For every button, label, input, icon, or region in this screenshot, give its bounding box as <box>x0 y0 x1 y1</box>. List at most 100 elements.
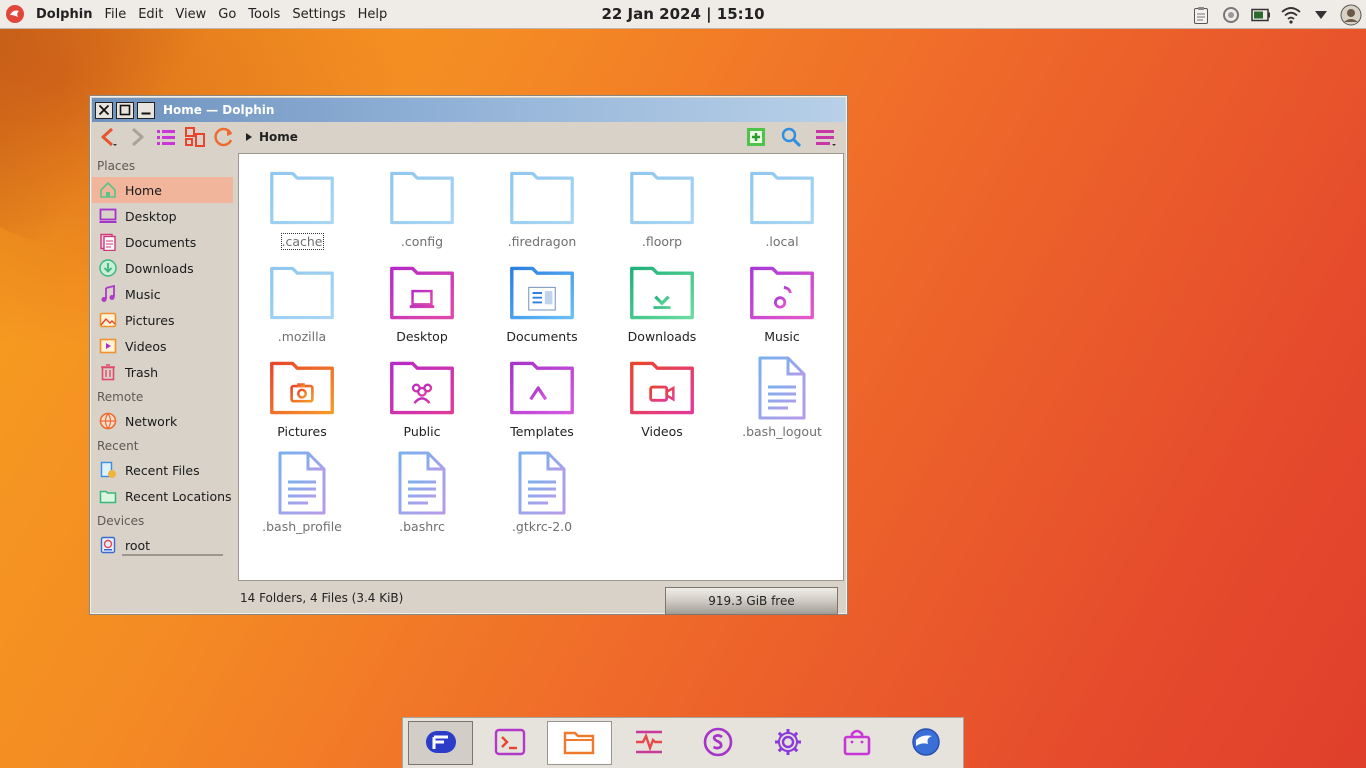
app-name[interactable]: Dolphin <box>36 7 92 22</box>
dock-file-manager[interactable] <box>546 721 613 765</box>
sidebar-item-label: Recent Files <box>125 462 200 478</box>
sidebar-item-label: Music <box>125 286 161 302</box>
sidebar-item-label: Pictures <box>125 312 175 328</box>
hamburger-menu-icon[interactable] <box>814 125 838 149</box>
list-view-icon[interactable] <box>154 125 178 149</box>
file-name: Documents <box>506 329 578 344</box>
sidebar-item-label: Recent Locations <box>125 488 232 504</box>
menu-help[interactable]: Help <box>358 7 388 22</box>
app-logo-icon[interactable] <box>4 3 26 25</box>
file-item[interactable]: .cache <box>247 162 357 252</box>
back-arrow-icon[interactable] <box>96 125 120 149</box>
status-text: 14 Folders, 4 Files (3.4 KiB) <box>240 591 404 605</box>
file-item[interactable]: .bash_profile <box>247 447 357 537</box>
free-space-indicator[interactable]: 919.3 GiB free <box>665 587 838 615</box>
file-item[interactable]: .bashrc <box>367 447 477 537</box>
menu-file[interactable]: File <box>104 7 126 22</box>
sidebar-item-music[interactable]: Music <box>92 281 233 307</box>
recent-locations-icon <box>97 485 119 507</box>
sidebar-item-trash[interactable]: Trash <box>92 359 233 385</box>
folder-videos-icon <box>626 352 698 424</box>
dolphin-window: Home — Dolphin Home Places Home Desktop … <box>89 95 848 615</box>
dock-garuda[interactable] <box>408 721 474 765</box>
menu-view[interactable]: View <box>175 7 206 22</box>
file-item[interactable]: .local <box>727 162 837 252</box>
shopping-bag-icon <box>842 727 872 760</box>
music-icon <box>97 283 119 305</box>
tray-expand-icon[interactable] <box>1310 4 1332 26</box>
folder-downloads-icon <box>626 257 698 329</box>
file-item[interactable]: Music <box>727 257 837 347</box>
file-item[interactable]: Public <box>367 352 477 442</box>
store-icon <box>702 726 734 761</box>
maximize-button[interactable] <box>116 101 134 119</box>
file-item[interactable]: .gtkrc-2.0 <box>487 447 597 537</box>
user-avatar-icon[interactable] <box>1340 4 1362 26</box>
wifi-icon[interactable] <box>1280 4 1302 26</box>
refresh-icon[interactable] <box>212 125 236 149</box>
sidebar-item-home[interactable]: Home <box>92 177 233 203</box>
dock-store[interactable] <box>686 721 751 765</box>
new-tab-icon[interactable] <box>744 125 768 149</box>
file-item[interactable]: .mozilla <box>247 257 357 347</box>
window-title: Home — Dolphin <box>163 103 275 117</box>
file-item[interactable]: .config <box>367 162 477 252</box>
file-item[interactable]: .firedragon <box>487 162 597 252</box>
menu-go[interactable]: Go <box>218 7 236 22</box>
minimize-button[interactable] <box>137 101 155 119</box>
titlebar[interactable]: Home — Dolphin <box>92 98 845 122</box>
folder-music-icon <box>746 257 818 329</box>
sidebar-item-videos[interactable]: Videos <box>92 333 233 359</box>
file-name: .firedragon <box>507 234 577 249</box>
file-item[interactable]: Downloads <box>607 257 717 347</box>
file-item[interactable]: Desktop <box>367 257 477 347</box>
section-devices: Devices <box>97 514 145 528</box>
sidebar-item-pictures[interactable]: Pictures <box>92 307 233 333</box>
folder-icon <box>746 162 818 234</box>
split-view-icon[interactable] <box>183 125 207 149</box>
sidebar-item-label: root <box>125 537 151 553</box>
file-view[interactable]: .cache .config .firedragon .floorp .local .mo… <box>238 153 844 581</box>
file-name: .bash_profile <box>262 519 342 534</box>
terminal-icon <box>494 728 526 759</box>
sidebar-item-label: Trash <box>125 364 159 380</box>
sidebar-item-label: Documents <box>125 234 197 250</box>
sidebar-item-downloads[interactable]: Downloads <box>92 255 233 281</box>
sidebar-item-root[interactable]: root <box>92 532 233 558</box>
dock-browser[interactable] <box>894 721 959 765</box>
network-icon <box>97 410 119 432</box>
menu-tools[interactable]: Tools <box>248 7 280 22</box>
sidebar-item-recent-locations[interactable]: Recent Locations <box>92 483 233 509</box>
file-name: Pictures <box>277 424 327 439</box>
file-name: Videos <box>641 424 683 439</box>
file-item[interactable]: Templates <box>487 352 597 442</box>
sidebar-item-documents[interactable]: Documents <box>92 229 233 255</box>
dock-terminal[interactable] <box>477 721 542 765</box>
section-recent: Recent <box>97 439 139 453</box>
close-button[interactable] <box>95 101 113 119</box>
folder-desktop-icon <box>386 257 458 329</box>
forward-arrow-icon[interactable] <box>125 125 149 149</box>
dock-shopping[interactable] <box>824 721 889 765</box>
file-item[interactable]: .floorp <box>607 162 717 252</box>
breadcrumb-home[interactable]: Home <box>259 130 298 144</box>
dock-settings[interactable] <box>755 721 820 765</box>
downloads-icon <box>97 257 119 279</box>
file-name: .config <box>400 234 444 249</box>
file-item[interactable]: Pictures <box>247 352 357 442</box>
sidebar-item-network[interactable]: Network <box>92 408 233 434</box>
dock-system-monitor[interactable] <box>616 721 681 765</box>
menu-settings[interactable]: Settings <box>292 7 345 22</box>
search-icon[interactable] <box>779 125 803 149</box>
browser-icon <box>910 726 942 761</box>
file-item[interactable]: Documents <box>487 257 597 347</box>
battery-icon[interactable] <box>1250 4 1272 26</box>
notifications-icon[interactable] <box>1220 4 1242 26</box>
settings-icon <box>773 727 803 760</box>
file-item[interactable]: Videos <box>607 352 717 442</box>
file-item[interactable]: .bash_logout <box>727 352 837 442</box>
sidebar-item-recent-files[interactable]: Recent Files <box>92 457 233 483</box>
sidebar-item-desktop[interactable]: Desktop <box>92 203 233 229</box>
clipboard-icon[interactable] <box>1190 4 1212 26</box>
menu-edit[interactable]: Edit <box>138 7 163 22</box>
